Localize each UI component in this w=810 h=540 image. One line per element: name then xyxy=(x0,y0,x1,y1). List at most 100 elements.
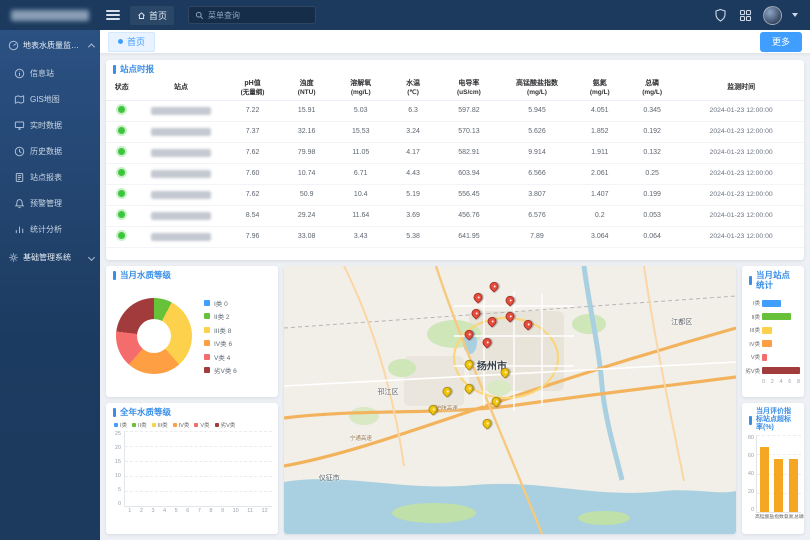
title-accent-bar xyxy=(113,271,116,280)
bar-总磷 xyxy=(789,459,798,512)
value-cell: 79.98 xyxy=(280,149,332,156)
table-row[interactable]: 7.9633.083.435.38641.957.893.0640.064202… xyxy=(106,227,804,248)
value-cell: 9.914 xyxy=(500,149,573,156)
hbar-row-II类: II类 xyxy=(745,310,800,324)
donut-ring xyxy=(116,298,192,374)
legend-item[interactable]: II类 2 xyxy=(204,311,237,321)
station-name-cell xyxy=(137,128,224,136)
sidebar-item-预警管理[interactable]: 预警管理 xyxy=(0,190,100,216)
value-cell: 3.064 xyxy=(574,233,626,240)
status-cell xyxy=(106,127,137,136)
menu-toggle-icon[interactable] xyxy=(100,0,126,30)
status-dot-green xyxy=(118,232,125,239)
topbar-actions xyxy=(713,6,810,25)
legend-item[interactable]: V类 xyxy=(194,421,209,429)
hbar-chart: I类II类III类IV类V类劣V类 xyxy=(742,294,804,378)
value-cell: 33.08 xyxy=(280,233,332,240)
legend-item[interactable]: III类 8 xyxy=(204,325,237,335)
column-header: 高锰酸盐指数(mg/L) xyxy=(500,80,573,97)
sidebar: 地表水质量监测系统信息站GIS地图实时数据历史数据站点报表预警管理统计分析基础管… xyxy=(0,30,100,540)
value-cell: 3.807 xyxy=(500,191,573,198)
menu-search[interactable] xyxy=(188,6,316,24)
sidebar-item-站点报表[interactable]: 站点报表 xyxy=(0,164,100,190)
month-station-title: 当月站点统计 xyxy=(756,271,797,291)
station-name-redacted xyxy=(151,107,210,115)
title-accent-bar xyxy=(749,276,752,285)
table-row[interactable]: 7.2215.915.036.3597.825.9454.0510.345202… xyxy=(106,101,804,122)
table-row[interactable]: 7.6250.910.45.19556.453.8071.4070.199202… xyxy=(106,185,804,206)
station-name-cell xyxy=(137,191,224,199)
value-cell: 5.626 xyxy=(500,128,573,135)
value-cell: 10.74 xyxy=(280,170,332,177)
station-name-redacted xyxy=(151,170,210,178)
legend-item[interactable]: III类 xyxy=(152,421,168,429)
value-cell: 0.064 xyxy=(626,233,678,240)
apps-grid-icon[interactable] xyxy=(738,8,753,23)
home-button[interactable]: 首页 xyxy=(130,6,174,25)
chevron-down-icon[interactable] xyxy=(792,13,798,17)
value-cell: 15.91 xyxy=(280,107,332,114)
legend-item[interactable]: I类 xyxy=(114,421,127,429)
year-quality-title: 全年水质等级 xyxy=(120,408,171,418)
bar-高锰酸盐指数 xyxy=(760,447,769,512)
status-dot-green xyxy=(118,211,125,218)
sidebar-group-1[interactable]: 基础管理系统 xyxy=(0,242,100,272)
hbar-row-劣V类: 劣V类 xyxy=(745,364,800,378)
value-cell: 15.53 xyxy=(333,128,389,135)
donut-chart: I类 0 II类 2 III类 8 IV类 6 V类 4 劣V类 6 xyxy=(106,284,278,393)
value-cell: 7.60 xyxy=(225,170,281,177)
value-cell: 2.061 xyxy=(574,170,626,177)
value-cell: 3.24 xyxy=(389,128,438,135)
value-cell: 6.3 xyxy=(389,107,438,114)
legend-item[interactable]: II类 xyxy=(132,421,147,429)
table-row[interactable]: 8.5429.2411.643.69456.766.5760.20.053202… xyxy=(106,206,804,227)
exceed-rate-title: 当月评价指标站点超标率(%) xyxy=(756,408,797,432)
status-dot-green xyxy=(118,169,125,176)
more-button[interactable]: 更多 xyxy=(760,32,802,52)
alarm-icon xyxy=(14,198,25,209)
legend-item[interactable]: 劣V类 xyxy=(215,421,236,429)
value-cell: 603.94 xyxy=(438,170,501,177)
value-cell: 582.91 xyxy=(438,149,501,156)
legend-item[interactable]: IV类 6 xyxy=(204,338,237,348)
table-row[interactable]: 7.3732.1615.533.24570.135.6261.8520.1922… xyxy=(106,122,804,143)
sidebar-item-信息站[interactable]: 信息站 xyxy=(0,60,100,86)
monitor-time-cell: 2024-01-23 12:00:00 xyxy=(678,128,804,135)
panel-title: 当月水质等级 xyxy=(106,266,278,284)
sidebar-item-实时数据[interactable]: 实时数据 xyxy=(0,112,100,138)
value-cell: 1.407 xyxy=(574,191,626,198)
value-cell: 4.051 xyxy=(574,107,626,114)
table-row[interactable]: 7.6010.746.714.43603.946.5662.0610.25202… xyxy=(106,164,804,185)
legend-item[interactable]: I类 0 xyxy=(204,298,237,308)
table-row[interactable]: 7.6279.9811.054.17582.919.9141.9110.1322… xyxy=(106,143,804,164)
search-input[interactable] xyxy=(208,11,309,20)
sidebar-item-统计分析[interactable]: 统计分析 xyxy=(0,216,100,242)
value-cell: 0.053 xyxy=(626,212,678,219)
legend-item[interactable]: V类 4 xyxy=(204,352,237,362)
monitor-time-cell: 2024-01-23 12:00:00 xyxy=(678,170,804,177)
legend-item[interactable]: IV类 xyxy=(173,421,190,429)
legend-item[interactable]: 劣V类 6 xyxy=(204,365,237,375)
exceed-rate-panel: 当月评价指标站点超标率(%) 806040200 高锰酸盐指数氨氮总磷 xyxy=(742,403,804,534)
value-cell: 7.96 xyxy=(225,233,281,240)
user-avatar[interactable] xyxy=(763,6,782,25)
station-name-cell xyxy=(137,233,224,241)
value-cell: 11.64 xyxy=(333,212,389,219)
sidebar-item-GIS地图[interactable]: GIS地图 xyxy=(0,86,100,112)
column-header: 水温(℃) xyxy=(389,80,438,97)
station-name-cell xyxy=(137,212,224,220)
sidebar-group-0[interactable]: 地表水质量监测系统 xyxy=(0,30,100,60)
badge-icon[interactable] xyxy=(713,8,728,23)
value-cell: 0.25 xyxy=(626,170,678,177)
gauge-icon xyxy=(8,40,19,51)
history-icon xyxy=(14,146,25,157)
month-quality-title: 当月水质等级 xyxy=(120,271,171,281)
tab-home[interactable]: 首页 xyxy=(108,32,155,52)
column-header: 站点 xyxy=(137,84,224,93)
status-cell xyxy=(106,148,137,157)
sidebar-item-历史数据[interactable]: 历史数据 xyxy=(0,138,100,164)
station-name-redacted xyxy=(151,149,210,157)
monitor-time-cell: 2024-01-23 12:00:00 xyxy=(678,212,804,219)
value-cell: 10.4 xyxy=(333,191,389,198)
value-cell: 0.345 xyxy=(626,107,678,114)
